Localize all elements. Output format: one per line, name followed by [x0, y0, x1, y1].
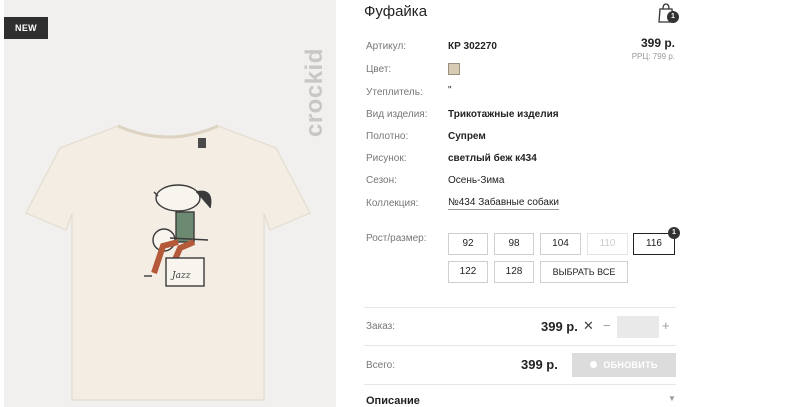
- size-button-98[interactable]: 98: [494, 233, 534, 255]
- type-value: Трикотажные изделия: [448, 109, 559, 120]
- fabric-label: Полотно:: [366, 131, 409, 142]
- svg-text:Jazz: Jazz: [170, 271, 191, 281]
- order-label: Заказ:: [366, 321, 396, 332]
- total-price: 399 р.: [521, 357, 558, 372]
- total-label: Всего:: [366, 360, 395, 371]
- product-rrp: РРЦ: 799 р.: [631, 52, 675, 61]
- product-image-panel: NEW crockid Jazz: [4, 0, 336, 407]
- color-swatch[interactable]: [448, 63, 460, 75]
- size-button-122[interactable]: 122: [448, 261, 488, 283]
- update-button[interactable]: ОБНОВИТЬ: [572, 353, 676, 377]
- season-value: Осень-Зима: [448, 175, 505, 186]
- tshirt-image[interactable]: Jazz: [18, 118, 318, 407]
- fabric-value: Супрем: [448, 131, 486, 142]
- order-price: 399 р.: [541, 319, 578, 334]
- article-label: Артикул:: [366, 41, 407, 52]
- color-label: Цвет:: [366, 64, 392, 75]
- new-badge: NEW: [4, 17, 48, 39]
- insulation-label: Утеплитель:: [366, 87, 423, 98]
- divider: [364, 307, 676, 308]
- update-button-label: ОБНОВИТЬ: [603, 360, 658, 370]
- decrease-quantity-button[interactable]: −: [603, 318, 611, 333]
- season-label: Сезон:: [366, 175, 397, 186]
- size-button-110: 110: [587, 233, 628, 255]
- insulation-value: ": [448, 85, 452, 96]
- loading-dot-icon: [590, 361, 598, 369]
- size-button-128[interactable]: 128: [494, 261, 534, 283]
- divider: [364, 345, 676, 346]
- size-selected-count: 1: [668, 227, 680, 239]
- multiply-icon: ✕: [583, 318, 594, 333]
- select-all-sizes-button[interactable]: ВЫБРАТЬ ВСЕ: [540, 261, 628, 283]
- collection-link[interactable]: №434 Забавные собаки: [448, 197, 559, 210]
- collection-label: Коллекция:: [366, 198, 419, 209]
- size-button-104[interactable]: 104: [540, 233, 581, 255]
- print-label: Рисунок:: [366, 153, 407, 164]
- description-toggle[interactable]: Описание: [366, 395, 420, 407]
- print-value: светлый беж к434: [448, 153, 537, 164]
- type-label: Вид изделия:: [366, 109, 428, 120]
- quantity-input[interactable]: [617, 316, 659, 338]
- product-title: Фуфайка: [364, 3, 428, 20]
- divider: [364, 384, 676, 385]
- increase-quantity-button[interactable]: +: [662, 318, 670, 333]
- product-price: 399 р.: [640, 36, 675, 50]
- size-label: Рост/размер:: [366, 233, 427, 244]
- cart-count-badge: 1: [667, 11, 679, 23]
- size-button-92[interactable]: 92: [448, 233, 488, 255]
- chevron-down-icon[interactable]: ▼: [668, 394, 676, 403]
- article-value: КР 302270: [448, 41, 497, 52]
